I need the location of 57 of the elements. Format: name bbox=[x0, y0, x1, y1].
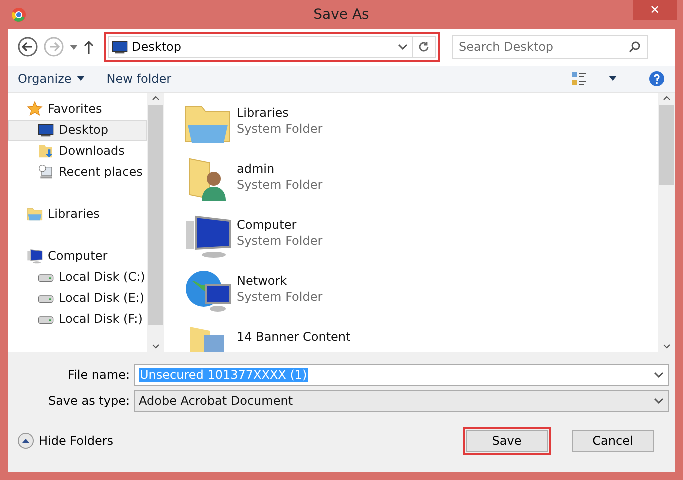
library-folder-icon bbox=[27, 206, 43, 222]
file-type-dropdown[interactable]: Adobe Acrobat Document bbox=[134, 390, 669, 412]
file-type: System Folder bbox=[237, 290, 323, 304]
caret-icon bbox=[609, 76, 617, 82]
organize-menu[interactable]: Organize bbox=[18, 72, 85, 86]
file-name[interactable]: Network bbox=[237, 274, 323, 288]
scrollbar[interactable] bbox=[658, 92, 675, 352]
sidebar-group[interactable]: Computer bbox=[8, 246, 147, 267]
sidebar-item[interactable]: Local Disk (C:) bbox=[8, 266, 147, 288]
view-options-icon[interactable] bbox=[571, 70, 587, 87]
file-name[interactable]: admin bbox=[237, 162, 323, 176]
computer-icon bbox=[27, 248, 43, 264]
sidebar-item[interactable]: Downloads bbox=[8, 140, 147, 162]
close-button[interactable]: ✕ bbox=[633, 0, 677, 20]
scroll-up-icon[interactable] bbox=[662, 96, 670, 101]
search-icon bbox=[629, 41, 641, 54]
scroll-up-icon[interactable] bbox=[152, 96, 160, 101]
file-name[interactable]: Computer bbox=[237, 218, 323, 232]
help-icon[interactable] bbox=[649, 70, 665, 87]
scroll-down-icon[interactable] bbox=[152, 344, 160, 349]
chevron-down-icon[interactable] bbox=[654, 372, 664, 378]
caret-icon[interactable] bbox=[70, 44, 78, 50]
sidebar-item[interactable]: Recent places bbox=[8, 162, 147, 183]
monitor-icon bbox=[112, 39, 128, 56]
file-name[interactable]: Libraries bbox=[237, 106, 323, 120]
chevron-down-icon[interactable] bbox=[398, 44, 408, 50]
sidebar-group[interactable]: Favorites bbox=[8, 98, 147, 120]
refresh-icon[interactable] bbox=[418, 41, 430, 54]
browser-logo-icon bbox=[12, 8, 26, 22]
file-type: System Folder bbox=[237, 234, 323, 248]
up-arrow-icon[interactable] bbox=[84, 40, 94, 54]
sidebar-item[interactable]: Local Disk (E:) bbox=[8, 288, 147, 309]
sidebar-item[interactable]: Local Disk (F:) bbox=[8, 308, 147, 330]
star-icon bbox=[27, 101, 43, 118]
collapse-icon bbox=[18, 432, 34, 449]
window-title: Save As bbox=[314, 6, 370, 23]
scrollbar[interactable] bbox=[147, 92, 164, 352]
field-label: File name: bbox=[67, 368, 131, 382]
chevron-down-icon[interactable] bbox=[654, 398, 664, 404]
save-button[interactable]: Save bbox=[463, 426, 551, 455]
hide-folders-button[interactable]: Hide Folders bbox=[18, 432, 114, 449]
monitor-icon bbox=[38, 122, 54, 138]
new-folder-button[interactable]: New folder bbox=[106, 72, 172, 86]
back-icon[interactable] bbox=[18, 37, 38, 58]
file-name[interactable]: 14 Banner Content bbox=[237, 330, 351, 344]
address-text: Desktop bbox=[132, 40, 182, 54]
file-type: System Folder bbox=[237, 122, 323, 136]
sidebar-group[interactable]: Libraries bbox=[8, 204, 147, 225]
file-type: System Folder bbox=[237, 178, 323, 192]
scroll-down-icon[interactable] bbox=[662, 344, 670, 349]
recent-places-icon bbox=[38, 164, 54, 180]
sidebar-item[interactable]: Desktop bbox=[8, 120, 147, 141]
search-field[interactable]: Search Desktop bbox=[452, 35, 648, 60]
field-label: Save as type: bbox=[47, 394, 131, 408]
caret-icon bbox=[76, 76, 85, 82]
address-bar[interactable]: Desktop bbox=[104, 32, 440, 62]
download-folder-icon bbox=[38, 143, 54, 160]
